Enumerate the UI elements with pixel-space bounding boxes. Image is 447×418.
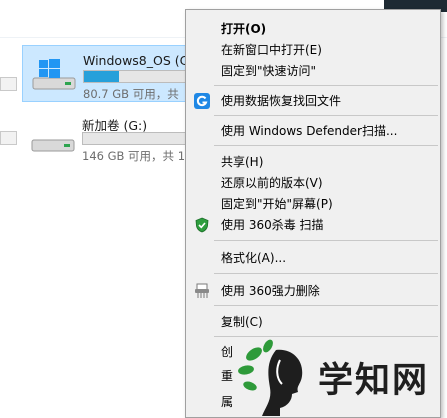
menu-item-defender-scan[interactable]: 使用 Windows Defender扫描... — [186, 121, 440, 141]
menu-separator — [214, 273, 438, 274]
menu-item-label: 使用数据恢复找回文件 — [221, 94, 342, 108]
menu-item-share[interactable]: 共享(H) — [186, 152, 440, 172]
menu-item-360-scan[interactable]: 使用 360杀毒 扫描 — [186, 215, 440, 235]
menu-item-label: 使用 360杀毒 扫描 — [221, 218, 324, 232]
menu-item-pin-quick-access[interactable]: 固定到"快速访问" — [186, 61, 440, 81]
windows-drive-icon — [32, 59, 76, 90]
menu-item-open-new-window[interactable]: 在新窗口中打开(E) — [186, 40, 440, 60]
shield-icon — [195, 217, 209, 233]
shredder-icon — [195, 283, 209, 298]
drive-g-size: 146 GB 可用，共 1 — [82, 149, 186, 163]
menu-separator — [214, 305, 438, 306]
menu-item-copy[interactable]: 复制(C) — [186, 312, 440, 332]
drive-c-usage-fill — [84, 71, 120, 82]
menu-separator — [214, 240, 438, 241]
left-drive-bar-stub — [0, 77, 17, 91]
menu-item-format[interactable]: 格式化(A)... — [186, 248, 440, 268]
drive-c-tile[interactable]: Windows8_OS (C: 80.7 GB 可用，共 — [22, 45, 203, 102]
drive-g-usage-bar — [82, 132, 202, 145]
drive-icon — [31, 139, 75, 152]
drive-c-size: 80.7 GB 可用，共 — [83, 87, 179, 101]
watermark-text: 学知网 — [318, 360, 430, 401]
menu-item-label: 使用 360强力删除 — [221, 284, 320, 298]
menu-separator — [214, 145, 438, 146]
menu-item-pin-start[interactable]: 固定到"开始"屏幕(P) — [186, 194, 440, 214]
left-drive-bar-stub — [0, 131, 17, 145]
menu-separator — [214, 85, 438, 86]
watermark-logo-icon — [238, 339, 303, 416]
drive-c-name: Windows8_OS (C: — [83, 53, 193, 68]
drive-g-tile[interactable]: 新加卷 (G:) 146 GB 可用，共 1 — [22, 108, 202, 164]
menu-item-data-recovery[interactable]: 使用数据恢复找回文件 — [186, 91, 440, 111]
menu-item-restore-previous[interactable]: 还原以前的版本(V) — [186, 173, 440, 193]
menu-separator — [214, 115, 438, 116]
menu-item-360-force-delete[interactable]: 使用 360强力删除 — [186, 281, 440, 301]
data-recovery-icon — [194, 93, 210, 109]
menu-item-open[interactable]: 打开(O) — [186, 19, 440, 39]
